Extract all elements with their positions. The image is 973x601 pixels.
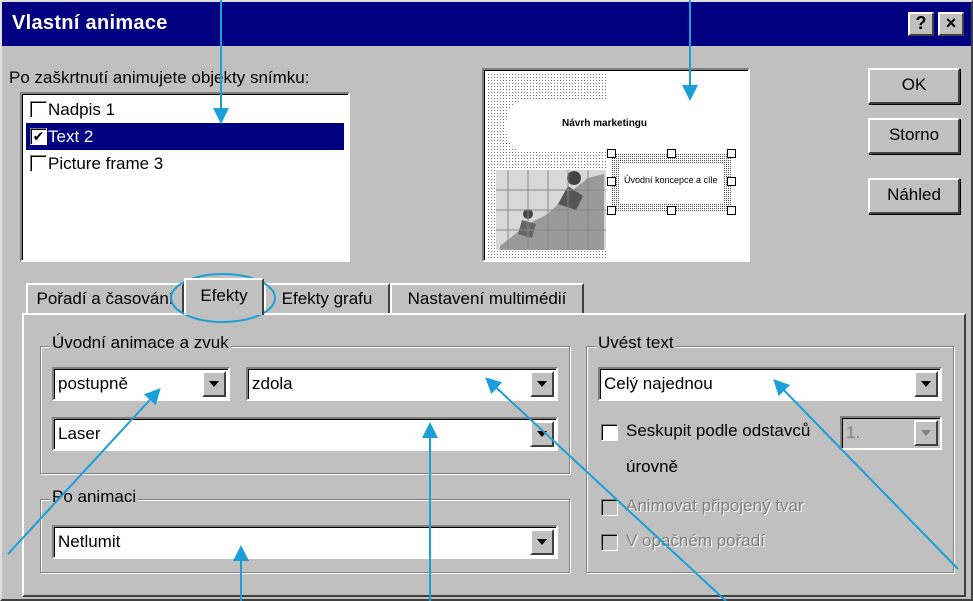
effect-combo[interactable]: postupně [52, 367, 230, 401]
objects-list[interactable]: Nadpis 1 ✔ Text 2 Picture frame 3 [20, 92, 350, 262]
effect-value: postupně [58, 374, 128, 393]
tab-chart-effects[interactable]: Efekty grafu [264, 283, 390, 315]
slide-preview: Návrh marketingu Úvodní koncepce a cíle [482, 68, 750, 262]
selection-handle[interactable] [667, 149, 676, 158]
slide-body-text: Úvodní koncepce a cíle [624, 175, 718, 185]
slide-title-text: Návrh marketingu [562, 118, 648, 129]
selection-handle[interactable] [727, 177, 736, 186]
list-item-picture-frame[interactable]: Picture frame 3 [26, 150, 344, 177]
after-animation-combo[interactable]: Netlumit [52, 525, 558, 559]
custom-animation-dialog: Vlastní animace ? × Po zaškrtnutí animuj… [0, 0, 973, 601]
paragraph-level-combo[interactable]: 1. [840, 416, 942, 450]
selection-handle[interactable] [667, 206, 676, 215]
dropdown-arrow-icon[interactable] [530, 371, 554, 397]
slide-thumbnail: Návrh marketingu Úvodní koncepce a cíle [488, 74, 744, 258]
list-item-label: Picture frame 3 [48, 154, 164, 173]
selection-handle[interactable] [607, 149, 616, 158]
effects-tab-panel: Úvodní animace a zvuk postupně zdola Las… [22, 313, 966, 597]
dropdown-arrow-icon[interactable] [914, 371, 938, 397]
reverse-order-checkbox[interactable] [601, 534, 618, 551]
list-item-label: Nadpis 1 [48, 100, 116, 119]
slide-artwork [488, 74, 744, 258]
title-bar: Vlastní animace ? × [2, 2, 971, 46]
preview-button[interactable]: Náhled [868, 178, 960, 214]
entry-animation-group-label: Úvodní animace a zvuk [50, 333, 231, 353]
direction-combo[interactable]: zdola [246, 367, 558, 401]
cancel-button[interactable]: Storno [868, 118, 960, 154]
entry-animation-group [40, 346, 570, 474]
tab-multimedia-settings[interactable]: Nastavení multimédií [390, 283, 584, 315]
objects-label: Po zaškrtnutí animujete objekty snímku: [9, 68, 310, 87]
list-item-nadpis[interactable]: Nadpis 1 [26, 96, 344, 123]
introduce-text-combo[interactable]: Celý najednou [598, 367, 942, 401]
checkbox-picture-frame[interactable] [30, 155, 47, 172]
selection-handle[interactable] [727, 149, 736, 158]
list-item-label: Text 2 [48, 127, 94, 146]
sound-value: Laser [58, 424, 101, 443]
sound-combo[interactable]: Laser [52, 417, 558, 451]
dropdown-arrow-icon[interactable] [530, 421, 554, 447]
checkmark-icon: ✔ [32, 128, 45, 144]
dropdown-arrow-icon[interactable] [530, 529, 554, 555]
reverse-order-label: V opačném pořadí [626, 531, 765, 550]
dropdown-arrow-icon[interactable] [914, 420, 938, 446]
close-icon: × [945, 13, 957, 33]
paragraph-level-suffix: úrovně [626, 457, 678, 476]
tab-order-timing[interactable]: Pořadí a časování [26, 283, 184, 315]
group-by-paragraph-checkbox[interactable] [601, 424, 618, 441]
checkbox-text-2[interactable]: ✔ [30, 128, 47, 145]
selection-handle[interactable] [727, 206, 736, 215]
dialog-title: Vlastní animace [12, 12, 168, 34]
selection-handle[interactable] [607, 177, 616, 186]
dropdown-arrow-icon[interactable] [202, 371, 226, 397]
after-animation-group-label: Po animaci [50, 487, 139, 507]
list-item-text-2[interactable]: ✔ Text 2 [26, 123, 344, 150]
after-animation-value: Netlumit [58, 532, 121, 551]
direction-value: zdola [252, 374, 293, 393]
group-by-paragraph-label: Seskupit podle odstavců [626, 421, 811, 440]
introduce-text-group-label: Uvést text [596, 333, 676, 353]
tab-effects[interactable]: Efekty [184, 278, 264, 315]
animate-attached-shape-label: Animovat připojený tvar [626, 496, 804, 515]
checkbox-nadpis[interactable] [30, 101, 47, 118]
ok-button[interactable]: OK [868, 68, 960, 104]
help-icon: ? [915, 13, 927, 33]
close-button[interactable]: × [938, 12, 964, 36]
animate-attached-shape-checkbox[interactable] [601, 499, 618, 516]
help-button[interactable]: ? [908, 12, 934, 36]
introduce-text-value: Celý najednou [604, 374, 713, 393]
selection-handle[interactable] [607, 206, 616, 215]
paragraph-level-value: 1. [846, 423, 861, 442]
